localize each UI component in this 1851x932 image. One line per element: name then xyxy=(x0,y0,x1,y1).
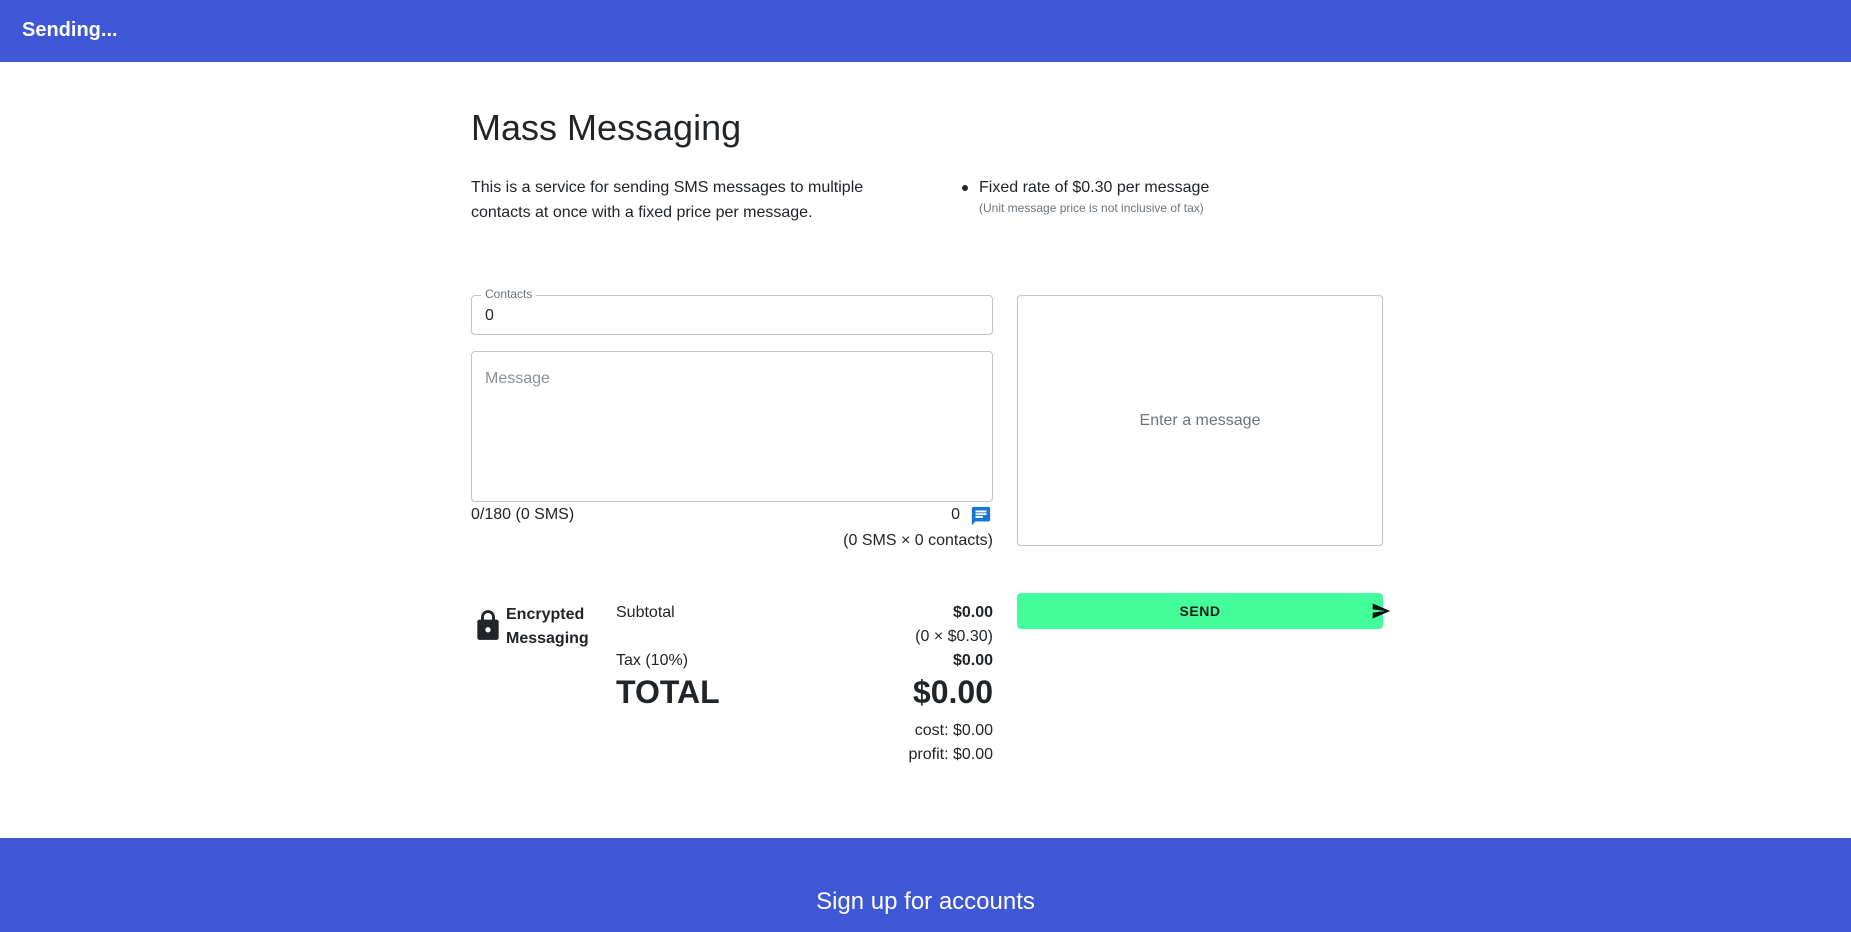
message-placeholder: Message xyxy=(485,370,550,387)
sms-calculation: (0 SMS × 0 contacts) xyxy=(843,532,993,549)
subtotal-value: $0.00 xyxy=(952,604,993,621)
send-icon xyxy=(1372,603,1391,619)
top-bar: Sending... xyxy=(0,0,1851,62)
footer: Sign up for accounts xyxy=(0,838,1851,932)
message-preview: Enter a message xyxy=(1017,295,1383,546)
rate-text: Fixed rate of $0.30 per message xyxy=(979,179,1210,196)
encrypted-messaging-label: Encrypted Messaging xyxy=(506,606,589,647)
tax-label: Tax (10%) xyxy=(616,652,689,669)
send-label: SEND xyxy=(1179,603,1221,619)
pricing-info: Fixed rate of $0.30 per message (Unit me… xyxy=(962,175,1209,215)
page-title: Mass Messaging xyxy=(471,107,742,148)
contacts-label: Contacts xyxy=(481,287,537,301)
lock-icon xyxy=(477,610,499,640)
character-count: 0/180 (0 SMS) xyxy=(471,506,575,523)
profit-value: profit: $0.00 xyxy=(908,746,994,763)
tax-value: $0.00 xyxy=(952,652,993,669)
message-input[interactable]: Message xyxy=(471,351,993,502)
rate-item: Fixed rate of $0.30 per message xyxy=(962,175,1209,200)
preview-placeholder: Enter a message xyxy=(1139,412,1261,429)
subtotal-formula: (0 × $0.30) xyxy=(915,628,993,645)
subtotal-label: Subtotal xyxy=(616,604,675,621)
service-description: This is a service for sending SMS messag… xyxy=(471,179,864,221)
chat-icon xyxy=(971,506,991,526)
contacts-field[interactable]: Contacts 0 xyxy=(471,287,993,335)
contacts-value[interactable]: 0 xyxy=(485,307,494,325)
total-value: $0.00 xyxy=(912,674,993,710)
total-label: TOTAL xyxy=(616,674,720,710)
rate-note: (Unit message price is not inclusive of … xyxy=(979,201,1204,215)
status-title: Sending... xyxy=(22,19,118,41)
signup-heading[interactable]: Sign up for accounts xyxy=(0,888,1851,916)
message-count: 0 xyxy=(951,506,960,523)
send-button[interactable]: SEND xyxy=(1017,593,1391,629)
cost-value: cost: $0.00 xyxy=(914,722,993,739)
